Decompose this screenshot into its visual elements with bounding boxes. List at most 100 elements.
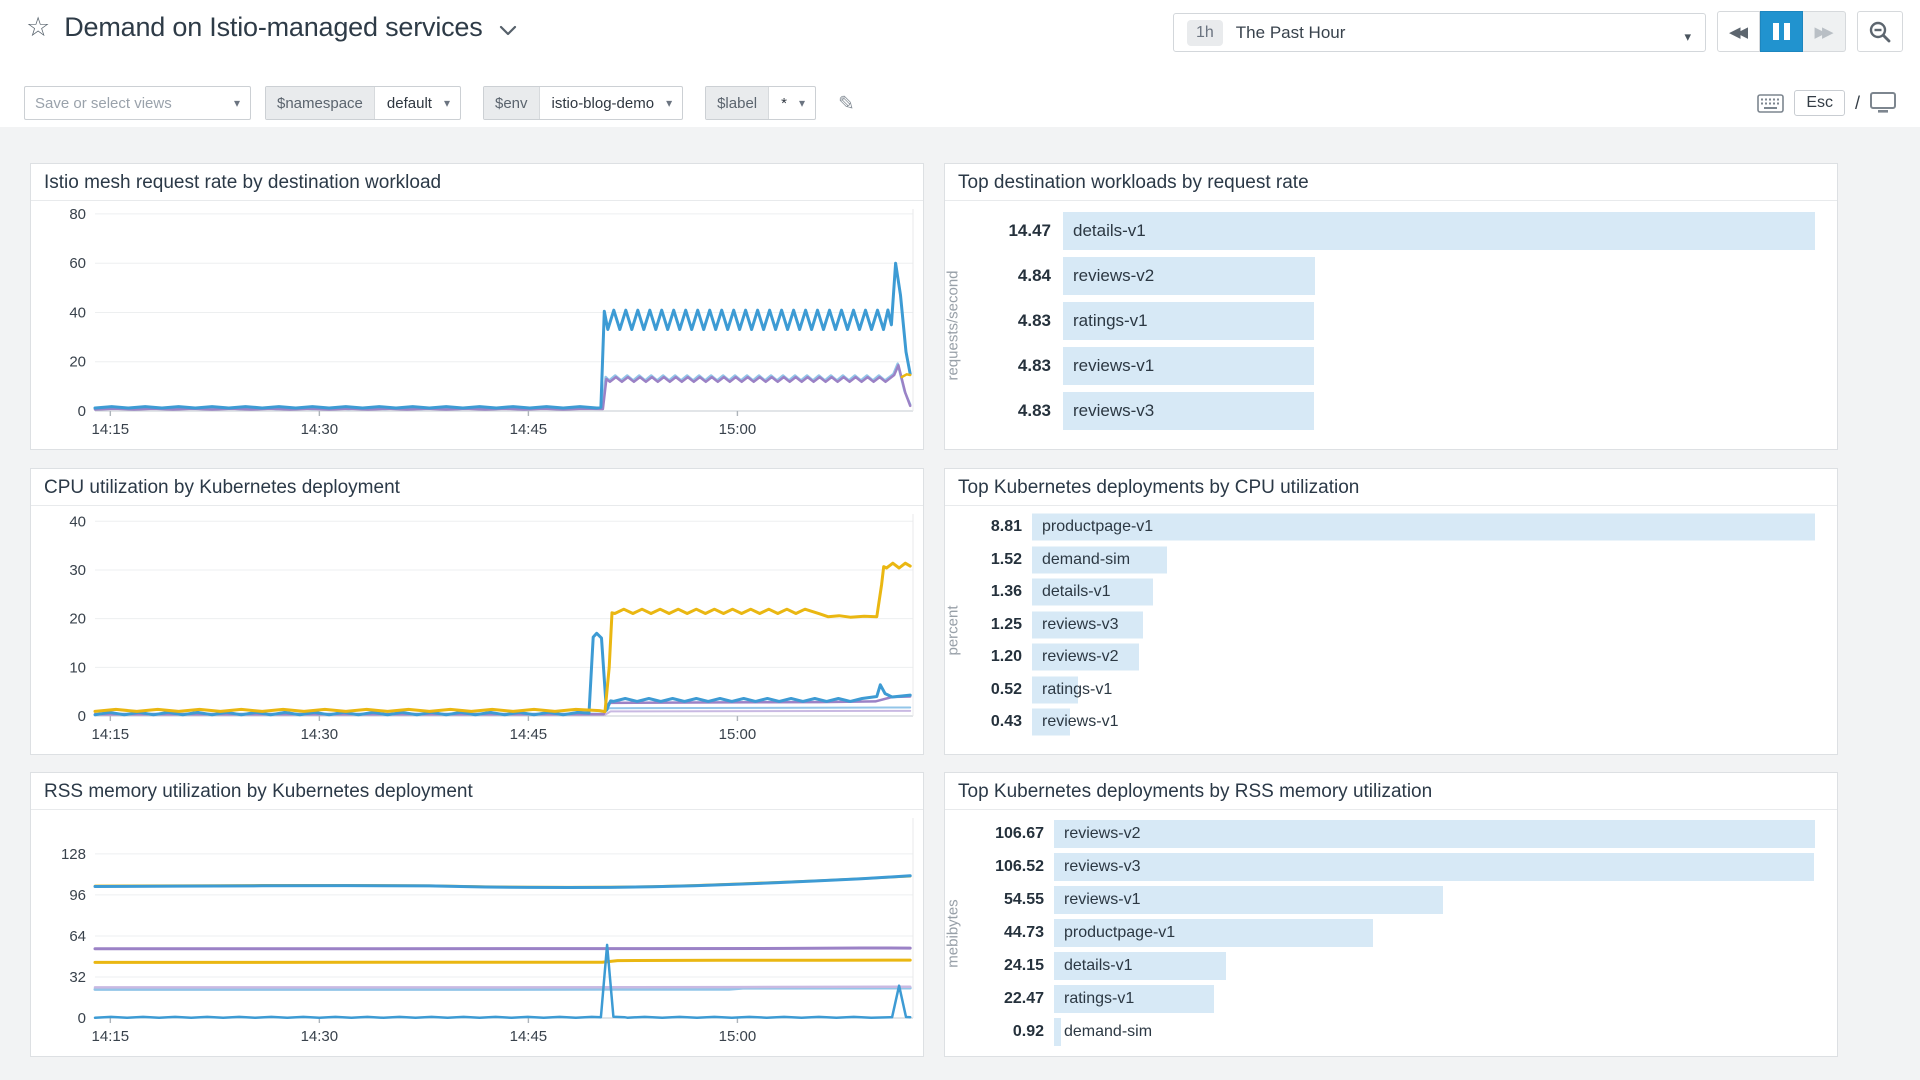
svg-text:0: 0 bbox=[78, 708, 86, 725]
series-blue-low bbox=[95, 945, 910, 1018]
toplist-row[interactable]: 1.25reviews-v3 bbox=[945, 609, 1837, 642]
svg-text:14:30: 14:30 bbox=[301, 726, 339, 743]
toplist-row[interactable]: 44.73productpage-v1 bbox=[945, 916, 1837, 949]
template-variables-bar: Save or select views ▾ $namespace defaul… bbox=[0, 66, 1920, 127]
saved-views-placeholder: Save or select views bbox=[35, 95, 172, 112]
toplist-bar bbox=[1063, 212, 1815, 250]
variable-dropdown-icon: ▾ bbox=[799, 87, 815, 119]
variable-value: * bbox=[769, 87, 799, 119]
toplist-label: reviews-v3 bbox=[1064, 858, 1140, 876]
line-chart-svg[interactable]: 032649612814:1514:3014:4515:00 bbox=[31, 810, 923, 1056]
svg-text:14:30: 14:30 bbox=[301, 1028, 339, 1045]
toplist-value: 4.83 bbox=[945, 356, 1051, 376]
svg-text:14:45: 14:45 bbox=[510, 726, 548, 743]
toplist-row[interactable]: 4.83 ratings-v1 bbox=[945, 298, 1837, 343]
svg-text:0: 0 bbox=[78, 403, 86, 420]
timeframe-back-button[interactable]: ◀◀ bbox=[1717, 11, 1760, 52]
toplist-row[interactable]: 8.81productpage-v1 bbox=[945, 511, 1837, 544]
svg-text:32: 32 bbox=[69, 969, 86, 986]
time-range-badge: 1h bbox=[1187, 20, 1223, 46]
svg-text:14:45: 14:45 bbox=[510, 421, 548, 438]
svg-text:14:15: 14:15 bbox=[92, 726, 130, 743]
toplist-label: ratings-v1 bbox=[1073, 311, 1148, 331]
toplist-row[interactable]: 1.52demand-sim bbox=[945, 544, 1837, 577]
edit-variables-pencil-icon[interactable]: ✎ bbox=[838, 91, 855, 116]
toplist-value: 8.81 bbox=[945, 518, 1022, 536]
dashboard-title-group: ☆ Demand on Istio-managed services bbox=[26, 12, 517, 43]
toplist-row[interactable]: 1.20reviews-v2 bbox=[945, 641, 1837, 674]
panel-title: RSS memory utilization by Kubernetes dep… bbox=[31, 773, 923, 810]
toplist-label: reviews-v3 bbox=[1042, 616, 1118, 634]
title-chevron-down-icon[interactable] bbox=[499, 25, 517, 37]
toplist-row[interactable]: 1.36details-v1 bbox=[945, 576, 1837, 609]
keyboard-shortcut-hints: Esc / bbox=[1757, 90, 1896, 116]
toplist-row[interactable]: 0.52 ratings-v1 bbox=[945, 674, 1837, 707]
toplist-label: reviews-v3 bbox=[1073, 401, 1154, 421]
toplist-row[interactable]: 4.84reviews-v2 bbox=[945, 253, 1837, 298]
svg-text:96: 96 bbox=[69, 887, 86, 904]
toplist-value: 4.83 bbox=[945, 401, 1051, 421]
panel-title: CPU utilization by Kubernetes deployment bbox=[31, 469, 923, 506]
series-lavender bbox=[95, 987, 910, 988]
time-range-label: The Past Hour bbox=[1236, 23, 1346, 43]
toplist-label: reviews-v2 bbox=[1064, 825, 1140, 843]
panel-top-deployments-rss: Top Kubernetes deployments by RSS memory… bbox=[944, 772, 1838, 1057]
pause-live-updates-button[interactable] bbox=[1760, 11, 1803, 52]
dashboard-app: ☆ Demand on Istio-managed services 1h Th… bbox=[0, 0, 1920, 1080]
variable-chip-namespace[interactable]: $namespace default ▾ bbox=[265, 86, 461, 120]
toplist-row[interactable]: 0.92demand-sim bbox=[945, 1015, 1837, 1048]
toplist-row[interactable]: 4.83reviews-v1 bbox=[945, 343, 1837, 388]
esc-key-badge[interactable]: Esc bbox=[1794, 90, 1845, 116]
keyboard-icon bbox=[1757, 94, 1784, 113]
toplist-value: 106.67 bbox=[945, 825, 1044, 843]
panel-title: Top Kubernetes deployments by CPU utiliz… bbox=[945, 469, 1837, 506]
toplist-row[interactable]: 106.52reviews-v3 bbox=[945, 850, 1837, 883]
panel-top-workloads-request-rate: Top destination workloads by request rat… bbox=[944, 163, 1838, 450]
zoom-out-button[interactable] bbox=[1857, 11, 1903, 52]
svg-text:10: 10 bbox=[69, 659, 86, 676]
toplist: requests/second14.47details-v14.84review… bbox=[945, 201, 1837, 449]
toplist-label: demand-sim bbox=[1064, 1023, 1152, 1041]
toplist-row[interactable]: 4.83 reviews-v3 bbox=[945, 388, 1837, 433]
svg-text:20: 20 bbox=[69, 354, 86, 371]
toplist-row[interactable]: 106.67 reviews-v2 bbox=[945, 817, 1837, 850]
variable-chip-env[interactable]: $env istio-blog-demo ▾ bbox=[483, 86, 683, 120]
toplist-row[interactable]: 24.15details-v1 bbox=[945, 949, 1837, 982]
timeframe-forward-button[interactable]: ▶▶ bbox=[1803, 11, 1846, 52]
toplist-value: 4.83 bbox=[945, 311, 1051, 331]
toplist-rows: mebibytes106.67reviews-v2106.52reviews-v… bbox=[945, 810, 1837, 1056]
toplist-row[interactable]: 22.47ratings-v1 bbox=[945, 982, 1837, 1015]
series-light-blue bbox=[95, 364, 910, 409]
variable-dropdown-icon: ▾ bbox=[444, 87, 460, 119]
variable-dropdown-icon: ▾ bbox=[666, 87, 682, 119]
toplist-value: 1.36 bbox=[945, 583, 1022, 601]
toplist-row[interactable]: 14.47details-v1 bbox=[945, 208, 1837, 253]
toplist-row[interactable]: 54.55reviews-v1 bbox=[945, 883, 1837, 916]
panel-istio-request-rate: Istio mesh request rate by destination w… bbox=[30, 163, 924, 450]
top-header: ☆ Demand on Istio-managed services 1h Th… bbox=[0, 0, 1920, 66]
time-range-selector[interactable]: 1h The Past Hour ▾ bbox=[1173, 13, 1706, 52]
line-chart-svg[interactable]: 01020304014:1514:3014:4515:00 bbox=[31, 506, 923, 754]
favorite-star-icon[interactable]: ☆ bbox=[26, 14, 50, 41]
svg-text:30: 30 bbox=[69, 562, 86, 579]
line-chart-svg[interactable]: 02040608014:1514:3014:4515:00 bbox=[31, 201, 923, 449]
svg-text:40: 40 bbox=[69, 513, 86, 530]
timeframe-playback-controls: ◀◀ ▶▶ bbox=[1717, 11, 1846, 52]
pause-icon bbox=[1773, 23, 1790, 40]
toplist-value: 1.52 bbox=[945, 551, 1022, 569]
variable-name: $namespace bbox=[266, 87, 375, 119]
line-chart[interactable]: 032649612814:1514:3014:4515:00 bbox=[31, 810, 923, 1056]
svg-text:40: 40 bbox=[69, 304, 86, 321]
toplist-label: productpage-v1 bbox=[1064, 924, 1175, 942]
saved-views-select[interactable]: Save or select views ▾ bbox=[24, 86, 251, 120]
toplist-value: 0.43 bbox=[945, 713, 1022, 731]
line-chart[interactable]: 01020304014:1514:3014:4515:00 bbox=[31, 506, 923, 754]
toplist-row[interactable]: 0.43reviews-v1 bbox=[945, 706, 1837, 739]
fullscreen-monitor-icon[interactable] bbox=[1870, 92, 1896, 114]
line-chart[interactable]: 02040608014:1514:3014:4515:00 bbox=[31, 201, 923, 449]
page-title: Demand on Istio-managed services bbox=[64, 12, 482, 43]
svg-text:80: 80 bbox=[69, 206, 86, 223]
variable-chip-label[interactable]: $label * ▾ bbox=[705, 86, 816, 120]
toplist-value: 0.52 bbox=[945, 681, 1022, 699]
toplist-label: ratings-v1 bbox=[1042, 681, 1112, 699]
